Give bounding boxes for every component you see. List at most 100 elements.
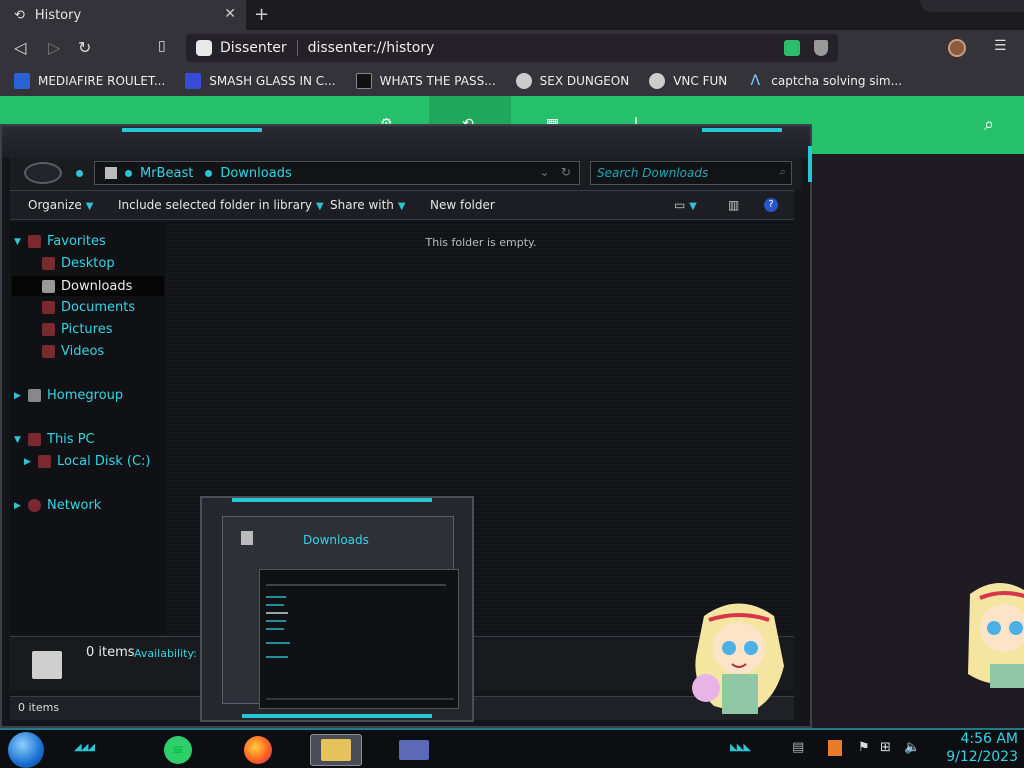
nav-local-disk[interactable]: ▶ Local Disk (C:) <box>24 454 150 469</box>
expand-icon[interactable]: ▶ <box>14 391 28 401</box>
preview-line <box>266 620 286 622</box>
nav-label: Pictures <box>61 322 113 337</box>
new-folder-button[interactable]: New folder <box>430 198 495 212</box>
gear-icon <box>515 73 532 89</box>
system-clock[interactable]: 4:56 AM 9/12/2023 <box>928 730 1018 766</box>
clock-time: 4:56 AM <box>960 731 1018 747</box>
bookmark-label: MEDIAFIRE ROULET... <box>38 74 166 88</box>
breadcrumb-item[interactable]: Downloads <box>220 166 291 181</box>
address-separator <box>296 40 298 56</box>
command-label: Share with <box>330 198 394 212</box>
bookmark-item[interactable]: VNC FUN <box>649 73 727 89</box>
preview-line <box>266 612 288 614</box>
bookmark-icon[interactable]: ▯ <box>158 38 166 54</box>
browser-toolbar: ◁ ▷ ↻ ▯ Dissenter dissenter://history <box>0 30 1024 66</box>
organize-button[interactable]: Organize ▼ <box>28 198 93 212</box>
frame-accent <box>808 146 812 182</box>
back-forward-orb[interactable] <box>24 162 62 184</box>
flag-icon[interactable]: ⚑ <box>858 740 870 755</box>
computer-icon <box>28 433 41 446</box>
command-bar: Organize ▼ Include selected folder in lib… <box>10 190 794 220</box>
address-dropdown-icon[interactable]: ⌄ ↻ <box>539 165 571 179</box>
nav-label: Videos <box>61 344 105 359</box>
include-in-library-button[interactable]: Include selected folder in library ▼ <box>118 198 324 212</box>
dissenter-icon <box>196 40 212 56</box>
documents-icon <box>42 301 55 314</box>
tab-history[interactable]: ⟲ History ✕ <box>0 0 246 30</box>
close-tab-icon[interactable]: ✕ <box>224 6 236 22</box>
nav-favorites[interactable]: ▼ Favorites <box>14 234 106 249</box>
taskbar-thumbnail-preview[interactable]: Downloads <box>200 496 474 722</box>
share-with-button[interactable]: Share with ▼ <box>330 198 406 212</box>
avatar[interactable] <box>948 39 966 57</box>
show-hidden-icons[interactable]: ▤ <box>792 740 804 755</box>
search-placeholder: Search Downloads <box>597 166 709 180</box>
folder-icon <box>241 531 253 545</box>
forward-icon[interactable]: ▷ <box>48 38 60 57</box>
nav-this-pc[interactable]: ▼ This PC <box>14 432 95 447</box>
command-label: Organize <box>28 198 82 212</box>
new-tab-icon[interactable]: + <box>254 4 269 25</box>
recent-pages-icon[interactable] <box>76 170 83 177</box>
expand-icon[interactable]: ▶ <box>14 501 28 511</box>
preview-frame: Downloads <box>222 516 459 709</box>
breadcrumb-item[interactable]: MrBeast <box>140 166 193 181</box>
window-app-icon <box>399 740 429 760</box>
nav-label: Favorites <box>47 234 106 249</box>
nav-label: Network <box>47 498 102 513</box>
address-bar[interactable]: Dissenter dissenter://history <box>186 34 838 62</box>
taskbar-file-explorer[interactable] <box>310 734 362 766</box>
nav-videos[interactable]: Videos <box>28 344 104 359</box>
taskbar-app-green[interactable]: ≡ <box>152 734 204 766</box>
videos-icon <box>42 345 55 358</box>
taskbar-firefox[interactable] <box>232 734 284 766</box>
cartoon-sticker <box>684 596 794 728</box>
taskbar-accent: ◣◣◣ <box>730 742 751 753</box>
bookmark-item[interactable]: WHATS THE PASS... <box>355 73 496 89</box>
availability-label: Availability: <box>134 647 197 660</box>
view-options-icon[interactable]: ▭ ▼ <box>674 198 697 212</box>
folder-thumbnail-icon <box>32 651 62 679</box>
history-icon: ⟲ <box>14 7 25 23</box>
bookmark-item[interactable]: SMASH GLASS IN C... <box>185 73 336 89</box>
explorer-address-row: MrBeast Downloads ⌄ ↻ Search Downloads ⌕ <box>10 158 802 190</box>
help-icon[interactable]: ? <box>764 198 778 212</box>
breadcrumb-separator-icon <box>125 169 132 177</box>
nav-pictures[interactable]: Pictures <box>28 322 112 337</box>
expand-icon[interactable]: ▶ <box>24 457 38 467</box>
menu-icon[interactable]: ☰ <box>994 38 1007 54</box>
taskbar-app-window[interactable] <box>388 734 440 766</box>
nav-downloads[interactable]: Downloads <box>12 276 164 296</box>
search-icon[interactable]: ⌕ <box>779 165 785 179</box>
preview-pane-icon[interactable]: ▥ <box>728 198 739 212</box>
app-tray-icon[interactable] <box>828 740 842 756</box>
taskbar-accent: ◢◢◢ <box>74 742 95 753</box>
explorer-address-bar[interactable]: MrBeast Downloads ⌄ ↻ <box>94 161 580 185</box>
search-icon[interactable]: ⌕ <box>984 114 994 135</box>
nav-homegroup[interactable]: ▶ Homegroup <box>14 388 123 403</box>
volume-icon[interactable]: 🔈 <box>904 740 920 755</box>
dissenter-comments-icon[interactable] <box>784 40 800 56</box>
bookmark-item[interactable]: SEX DUNGEON <box>515 73 629 89</box>
reload-icon[interactable]: ↻ <box>78 38 91 57</box>
bookmark-item[interactable]: MEDIAFIRE ROULET... <box>14 73 165 89</box>
window-edge <box>920 0 1024 12</box>
back-icon[interactable]: ◁ <box>14 38 26 57</box>
chat-app-icon: ≡ <box>164 736 192 764</box>
tab-title: History <box>34 7 82 23</box>
nav-label: Downloads <box>61 278 133 294</box>
shield-icon[interactable] <box>814 40 828 56</box>
bookmark-item[interactable]: Λ captcha solving sim... <box>747 73 902 89</box>
nav-network[interactable]: ▶ Network <box>14 498 101 513</box>
expand-icon[interactable]: ▼ <box>14 237 28 247</box>
network-icon[interactable]: ⊞ <box>880 740 891 755</box>
nav-desktop[interactable]: Desktop <box>28 256 115 271</box>
search-input[interactable]: Search Downloads ⌕ <box>590 161 792 185</box>
folder-icon <box>105 167 117 179</box>
nav-label: This PC <box>47 432 95 447</box>
navigation-pane: ▼ Favorites Desktop Downloads Documents P… <box>10 222 166 634</box>
nav-documents[interactable]: Documents <box>28 300 135 315</box>
bookmark-label: VNC FUN <box>673 74 728 88</box>
expand-icon[interactable]: ▼ <box>14 435 28 445</box>
start-button[interactable] <box>8 732 44 768</box>
